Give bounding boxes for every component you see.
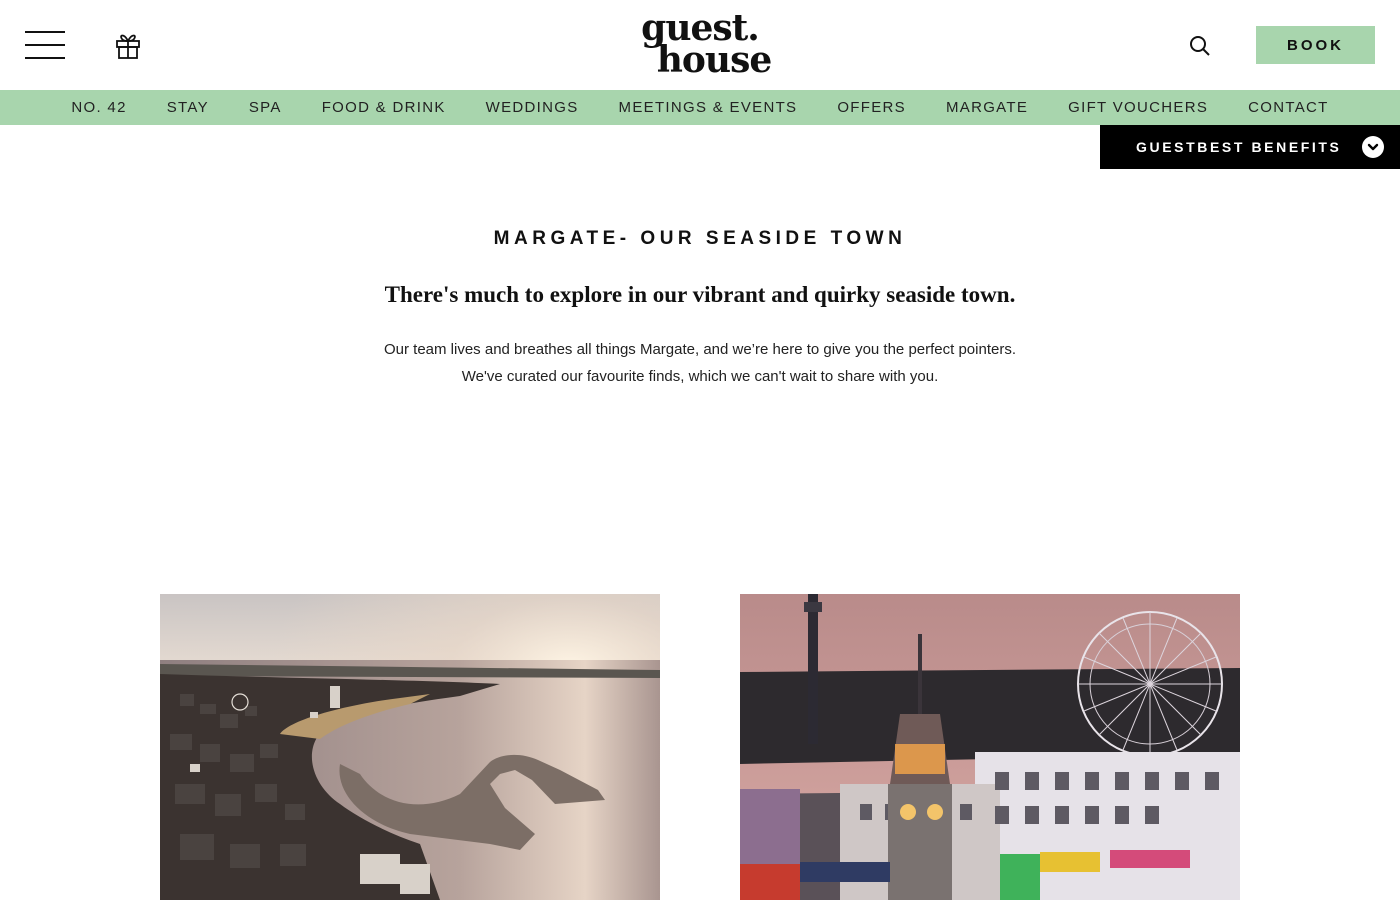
- main-nav: NO. 42 STAY SPA FOOD & DRINK WEDDINGS ME…: [0, 90, 1400, 125]
- nav-item-weddings[interactable]: WEDDINGS: [486, 90, 579, 125]
- nav-item-contact[interactable]: CONTACT: [1248, 90, 1328, 125]
- page-subtitle: There's much to explore in our vibrant a…: [384, 282, 1016, 307]
- nav-item-offers[interactable]: OFFERS: [837, 90, 906, 125]
- site-header: guest. house BOOK: [0, 0, 1400, 90]
- page-title: MARGATE- OUR SEASIDE TOWN: [493, 228, 907, 249]
- guestbest-benefits-toggle[interactable]: GUESTBEST BENEFITS: [1100, 125, 1400, 169]
- nav-item-no-42[interactable]: NO. 42: [71, 90, 126, 125]
- nav-item-meetings-events[interactable]: MEETINGS & EVENTS: [619, 90, 798, 125]
- nav-item-margate[interactable]: MARGATE: [946, 90, 1028, 125]
- nav-item-spa[interactable]: SPA: [249, 90, 282, 125]
- margate-coast-photo[interactable]: [160, 594, 660, 900]
- intro-text: Our team lives and breathes all things M…: [383, 341, 1016, 385]
- nav-item-stay[interactable]: STAY: [167, 90, 209, 125]
- book-button[interactable]: BOOK: [1256, 26, 1375, 64]
- menu-icon[interactable]: [25, 31, 65, 59]
- search-icon[interactable]: [1188, 34, 1212, 58]
- gift-icon[interactable]: [114, 30, 142, 60]
- nav-item-gift-vouchers[interactable]: GIFT VOUCHERS: [1068, 90, 1208, 125]
- margate-clocktower-photo[interactable]: [740, 594, 1240, 900]
- site-logo[interactable]: guest. house: [620, 10, 780, 78]
- nav-item-food-drink[interactable]: FOOD & DRINK: [322, 90, 446, 125]
- chevron-down-icon: [1362, 136, 1384, 158]
- intro-section: MARGATE- OUR SEASIDE TOWN There's much t…: [0, 226, 1400, 390]
- benefits-label: GUESTBEST BENEFITS: [1136, 139, 1342, 155]
